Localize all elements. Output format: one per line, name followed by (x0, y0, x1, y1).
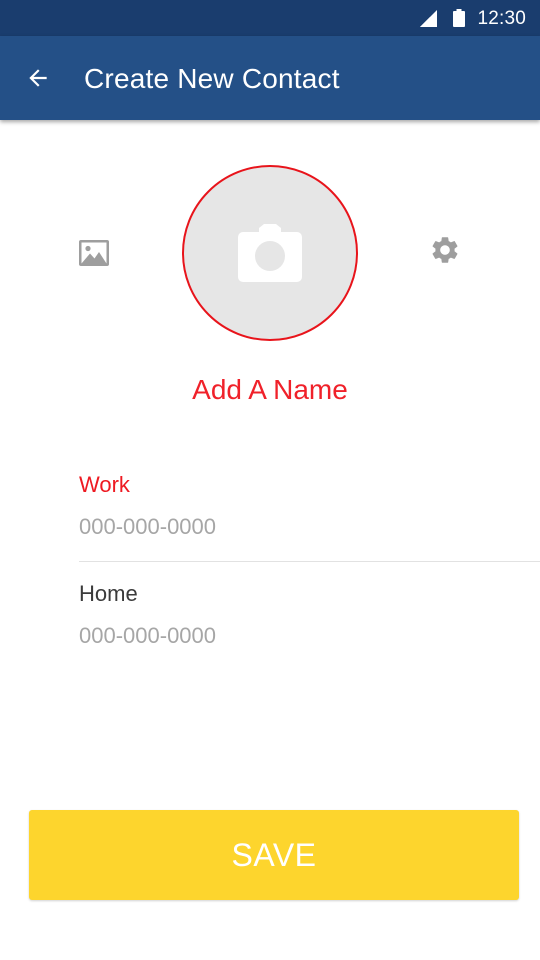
status-time: 12:30 (477, 8, 526, 29)
gallery-button[interactable] (72, 233, 116, 273)
work-field-label: Work (79, 472, 130, 497)
arrow-back-icon (29, 69, 47, 87)
back-button[interactable] (14, 54, 62, 102)
home-field-label: Home (79, 581, 138, 606)
signal-icon (420, 10, 437, 27)
camera-icon (238, 224, 302, 282)
home-phone-input[interactable] (79, 618, 519, 654)
field-divider (79, 561, 540, 562)
battery-icon (453, 9, 465, 27)
save-button[interactable]: SAVE (29, 810, 519, 900)
gear-icon (432, 237, 458, 263)
status-bar: 12:30 (0, 0, 540, 36)
app-bar: Create New Contact (0, 36, 540, 120)
page-title: Create New Contact (84, 63, 340, 94)
image-icon (79, 240, 109, 266)
contact-photo-button[interactable] (182, 165, 358, 341)
settings-button[interactable] (422, 227, 468, 273)
work-phone-input[interactable] (79, 509, 519, 545)
add-name-button[interactable]: Add A Name (0, 373, 540, 407)
